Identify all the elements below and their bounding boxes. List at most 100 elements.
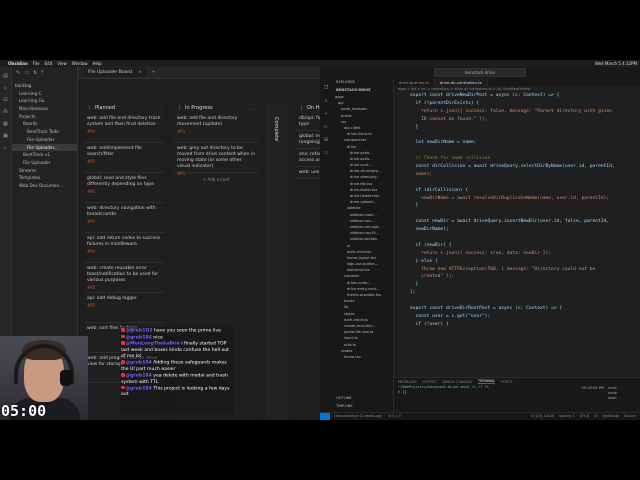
collapse-icon[interactable]: ⤒ bbox=[41, 70, 43, 76]
menu-help[interactable]: Help bbox=[93, 61, 102, 66]
explorer-icon[interactable]: ❐ bbox=[322, 85, 331, 91]
outline-section[interactable]: OUTLINE bbox=[332, 394, 393, 402]
command-center-search[interactable]: benstack-drive bbox=[434, 68, 526, 77]
explorer-root[interactable]: BENSTACK-DRIVE bbox=[332, 86, 393, 94]
graph-icon[interactable]: ⁂ bbox=[2, 109, 10, 115]
kanban-card[interactable]: global: ma strings wi (ongoing) bbox=[296, 131, 320, 149]
add-card-button[interactable]: + Add a card bbox=[174, 173, 258, 182]
tree-item[interactable]: backlog bbox=[12, 82, 77, 90]
calendar-icon[interactable]: ▣ bbox=[2, 133, 10, 139]
line-number bbox=[396, 179, 410, 187]
run-debug-icon[interactable]: ▷ bbox=[322, 124, 331, 130]
search-icon[interactable]: ⌕ bbox=[2, 85, 10, 91]
column-title[interactable]: In Progress bbox=[185, 105, 213, 111]
status-problems[interactable]: ⊗ 0 ⚠ 0 bbox=[388, 414, 401, 418]
card-tag[interactable]: #P1 bbox=[87, 303, 161, 309]
status-item[interactable]: Spaces: 2 bbox=[559, 414, 575, 418]
terminal-instance[interactable]: bash bbox=[608, 396, 638, 401]
card-tag[interactable]: #P1 bbox=[87, 219, 161, 225]
source-control-icon[interactable]: ⑂ bbox=[322, 111, 331, 117]
tree-item[interactable]: Templates bbox=[12, 174, 77, 182]
kanban-card[interactable]: env: refac into contr access an bbox=[296, 149, 320, 167]
card-tag[interactable]: #P1 bbox=[177, 129, 255, 135]
card-tag[interactable]: #P1 bbox=[87, 159, 161, 165]
tree-item[interactable]: Projects bbox=[12, 113, 77, 121]
tree-item[interactable]: File Uploader bbox=[12, 159, 77, 167]
new-note-icon[interactable]: ✎ bbox=[16, 70, 20, 76]
tree-item[interactable]: File Uploader bbox=[12, 136, 77, 144]
kanban-card[interactable]: web: add/implement file search/filter #P1 bbox=[84, 143, 164, 173]
status-item[interactable]: Ln 116, Col 26 bbox=[531, 414, 554, 418]
new-folder-icon[interactable]: ▭ bbox=[24, 70, 29, 76]
new-tab-icon[interactable]: + bbox=[152, 70, 156, 75]
code-area[interactable]: export const driveNewDirPost = async (c:… bbox=[394, 92, 640, 329]
panel-tab[interactable]: PROBLEMS bbox=[398, 380, 417, 384]
panel-tab[interactable]: PORTS bbox=[501, 380, 512, 384]
kanban-card[interactable]: web: directory navigation with breadcrum… bbox=[84, 203, 164, 233]
tree-item[interactable]: Web Dev Documen... bbox=[12, 182, 77, 190]
status-item[interactable]: TypeScript bbox=[602, 414, 619, 418]
status-item[interactable]: Go Live bbox=[624, 414, 636, 418]
terminal-icon[interactable]: ▹ bbox=[2, 145, 10, 151]
kanban-card[interactable]: api: add return codes to success failure… bbox=[84, 233, 164, 263]
kanban-card[interactable]: web: use fileStr mo bbox=[296, 167, 320, 179]
kanban-card[interactable]: web: add file and directory trash system… bbox=[84, 113, 164, 143]
drag-handle-icon[interactable]: ⋮ bbox=[177, 105, 182, 111]
drag-handle-icon[interactable]: ⋮ bbox=[299, 105, 304, 111]
tab-drive-dir-controllers[interactable]: drive-dir-controllers.ts bbox=[434, 78, 488, 86]
kanban-card[interactable]: web: grey out directory to be moved from… bbox=[174, 143, 258, 176]
line-number bbox=[396, 250, 410, 258]
status-item[interactable]: LF bbox=[594, 414, 598, 418]
kanban-card[interactable]: global: read and style files differently… bbox=[84, 173, 164, 203]
timeline-section[interactable]: TIMELINE bbox=[332, 402, 393, 410]
close-icon[interactable]: × bbox=[138, 70, 142, 75]
column-title[interactable]: Planned bbox=[95, 105, 115, 111]
kanban-card[interactable]: web: add file and directory movement (up… bbox=[174, 113, 258, 143]
menu-app[interactable]: Obsidian bbox=[8, 61, 28, 66]
tree-item[interactable]: BentTrack v1 bbox=[12, 151, 77, 159]
column-title[interactable]: On Hold bbox=[307, 105, 320, 111]
tree-item[interactable]: File Uploader... bbox=[12, 143, 77, 152]
card-tag[interactable]: #P1 bbox=[87, 189, 161, 195]
remote-icon[interactable]: ▭ bbox=[322, 150, 331, 156]
bookmark-icon[interactable]: ⊡ bbox=[2, 97, 10, 103]
line-number bbox=[396, 131, 410, 139]
kanban-card[interactable]: web: create reusable error toast/notific… bbox=[84, 263, 164, 293]
tab-file-uploader-board[interactable]: File Uploader Board × bbox=[84, 68, 146, 77]
column-title[interactable]: Complete bbox=[266, 103, 279, 141]
code-line bbox=[396, 210, 640, 218]
line-number bbox=[396, 321, 410, 329]
tree-item[interactable]: Streams bbox=[12, 167, 77, 175]
tree-item[interactable]: Learning C bbox=[12, 90, 77, 98]
menu-window[interactable]: Window bbox=[72, 61, 88, 66]
tree-item[interactable]: Learning Go bbox=[12, 97, 77, 105]
menu-edit[interactable]: Edit bbox=[45, 61, 53, 66]
panel-tab[interactable]: OUTPUT bbox=[423, 380, 437, 384]
files-icon[interactable]: ▤ bbox=[2, 73, 10, 79]
canvas-icon[interactable]: ▦ bbox=[2, 121, 10, 127]
card-tag[interactable]: #P1 bbox=[87, 285, 161, 291]
tree-item[interactable]: BentTrack Todo bbox=[12, 128, 77, 136]
remote-indicator[interactable] bbox=[320, 413, 330, 420]
status-item[interactable]: UTF-8 bbox=[580, 414, 589, 418]
search-icon[interactable]: ⌕ bbox=[322, 98, 331, 104]
sort-icon[interactable]: ⇅ bbox=[33, 70, 37, 76]
card-tag[interactable]: #P1 bbox=[87, 129, 161, 135]
column-menu-icon[interactable]: … bbox=[157, 106, 161, 111]
panel-tab[interactable]: TERMINAL bbox=[478, 379, 496, 384]
menu-file[interactable]: File bbox=[33, 61, 40, 66]
status-right: Ln 116, Col 26 Spaces: 2 UTF-8 LF TypeScript… bbox=[531, 414, 640, 418]
column-menu-icon[interactable]: … bbox=[251, 106, 255, 111]
tab-drive-queries[interactable]: drive-queries.ts bbox=[394, 78, 435, 86]
drag-handle-icon[interactable]: ⋮ bbox=[87, 105, 92, 111]
tree-item[interactable]: Boards bbox=[12, 120, 77, 128]
tree-item[interactable]: Miscellaneous bbox=[12, 105, 77, 113]
menu-view[interactable]: View bbox=[57, 61, 67, 66]
card-tag[interactable]: #P1 bbox=[87, 249, 161, 255]
extensions-icon[interactable]: ⊞ bbox=[322, 137, 331, 143]
kanban-card[interactable]: api: add debug logger #P1 bbox=[84, 293, 164, 323]
panel-tab[interactable]: DEBUG CONSOLE bbox=[442, 380, 472, 384]
status-git[interactable]: ℹ benstackdrive (2 weeks ago) bbox=[334, 414, 382, 418]
explorer-item[interactable]: home.tsx bbox=[332, 354, 393, 360]
kanban-card[interactable]: db/api: fig decide to file type bbox=[296, 113, 320, 131]
